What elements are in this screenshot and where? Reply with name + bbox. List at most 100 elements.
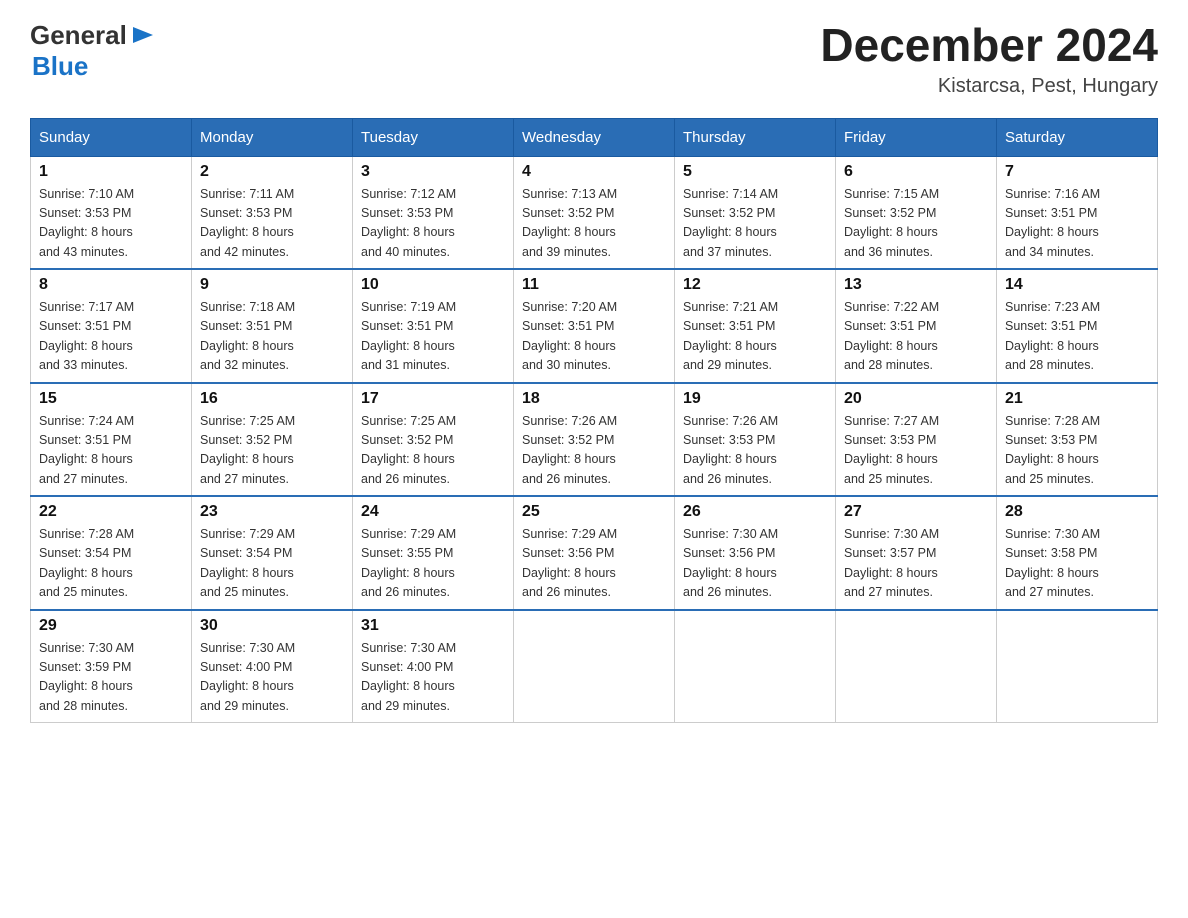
weekday-header-monday: Monday <box>192 118 353 156</box>
calendar-day-cell: 9 Sunrise: 7:18 AMSunset: 3:51 PMDaylight… <box>192 269 353 383</box>
day-number: 7 <box>1005 163 1149 181</box>
calendar-day-cell <box>997 610 1158 723</box>
weekday-header-thursday: Thursday <box>675 118 836 156</box>
day-info: Sunrise: 7:10 AMSunset: 3:53 PMDaylight:… <box>39 185 183 263</box>
title-area: December 2024 Kistarcsa, Pest, Hungary <box>820 20 1158 98</box>
day-number: 22 <box>39 503 183 521</box>
day-number: 4 <box>522 163 666 181</box>
day-number: 18 <box>522 390 666 408</box>
calendar-day-cell: 29Sunrise: 7:30 AMSunset: 3:59 PMDayligh… <box>31 610 192 723</box>
calendar-week-row: 1 Sunrise: 7:10 AMSunset: 3:53 PMDaylight… <box>31 156 1158 269</box>
calendar-day-cell: 26 Sunrise: 7:30 AMSunset: 3:56 PMDayligh… <box>675 496 836 610</box>
calendar-day-cell: 30 Sunrise: 7:30 AMSunset: 4:00 PMDayligh… <box>192 610 353 723</box>
day-number: 12 <box>683 276 827 294</box>
day-number: 28 <box>1005 503 1149 521</box>
day-info: Sunrise: 7:14 AMSunset: 3:52 PMDaylight:… <box>683 185 827 263</box>
day-info: Sunrise: 7:16 AMSunset: 3:51 PMDaylight:… <box>1005 185 1149 263</box>
calendar-day-cell: 4 Sunrise: 7:13 AMSunset: 3:52 PMDaylight… <box>514 156 675 269</box>
day-info: Sunrise: 7:17 AMSunset: 3:51 PMDaylight:… <box>39 298 183 376</box>
logo-arrow-icon <box>129 21 157 49</box>
day-info: Sunrise: 7:30 AMSunset: 3:57 PMDaylight:… <box>844 525 988 603</box>
day-number: 5 <box>683 163 827 181</box>
day-number: 1 <box>39 163 183 181</box>
day-info: Sunrise: 7:25 AMSunset: 3:52 PMDaylight:… <box>200 412 344 490</box>
calendar-day-cell: 7 Sunrise: 7:16 AMSunset: 3:51 PMDaylight… <box>997 156 1158 269</box>
day-info: Sunrise: 7:25 AMSunset: 3:52 PMDaylight:… <box>361 412 505 490</box>
weekday-header-saturday: Saturday <box>997 118 1158 156</box>
day-info: Sunrise: 7:18 AMSunset: 3:51 PMDaylight:… <box>200 298 344 376</box>
calendar-day-cell: 22 Sunrise: 7:28 AMSunset: 3:54 PMDayligh… <box>31 496 192 610</box>
calendar-day-cell: 8 Sunrise: 7:17 AMSunset: 3:51 PMDaylight… <box>31 269 192 383</box>
calendar-day-cell: 24 Sunrise: 7:29 AMSunset: 3:55 PMDayligh… <box>353 496 514 610</box>
day-number: 26 <box>683 503 827 521</box>
calendar-day-cell: 31 Sunrise: 7:30 AMSunset: 4:00 PMDayligh… <box>353 610 514 723</box>
day-number: 24 <box>361 503 505 521</box>
day-number: 21 <box>1005 390 1149 408</box>
day-info: Sunrise: 7:30 AMSunset: 4:00 PMDaylight:… <box>200 639 344 717</box>
weekday-header-friday: Friday <box>836 118 997 156</box>
day-number: 31 <box>361 617 505 635</box>
calendar-week-row: 8 Sunrise: 7:17 AMSunset: 3:51 PMDaylight… <box>31 269 1158 383</box>
day-info: Sunrise: 7:24 AMSunset: 3:51 PMDaylight:… <box>39 412 183 490</box>
day-number: 15 <box>39 390 183 408</box>
logo-blue-text: Blue <box>32 51 88 82</box>
calendar-day-cell: 25Sunrise: 7:29 AMSunset: 3:56 PMDayligh… <box>514 496 675 610</box>
calendar-day-cell: 14Sunrise: 7:23 AMSunset: 3:51 PMDayligh… <box>997 269 1158 383</box>
calendar-day-cell <box>675 610 836 723</box>
day-number: 9 <box>200 276 344 294</box>
location-subtitle: Kistarcsa, Pest, Hungary <box>820 75 1158 98</box>
day-info: Sunrise: 7:28 AMSunset: 3:54 PMDaylight:… <box>39 525 183 603</box>
day-number: 2 <box>200 163 344 181</box>
day-info: Sunrise: 7:29 AMSunset: 3:55 PMDaylight:… <box>361 525 505 603</box>
calendar-day-cell: 21Sunrise: 7:28 AMSunset: 3:53 PMDayligh… <box>997 383 1158 497</box>
day-number: 11 <box>522 276 666 294</box>
calendar-day-cell: 18Sunrise: 7:26 AMSunset: 3:52 PMDayligh… <box>514 383 675 497</box>
calendar-day-cell: 6Sunrise: 7:15 AMSunset: 3:52 PMDaylight… <box>836 156 997 269</box>
day-info: Sunrise: 7:30 AMSunset: 3:56 PMDaylight:… <box>683 525 827 603</box>
day-number: 27 <box>844 503 988 521</box>
day-info: Sunrise: 7:22 AMSunset: 3:51 PMDaylight:… <box>844 298 988 376</box>
day-info: Sunrise: 7:29 AMSunset: 3:54 PMDaylight:… <box>200 525 344 603</box>
day-info: Sunrise: 7:30 AMSunset: 3:58 PMDaylight:… <box>1005 525 1149 603</box>
day-number: 8 <box>39 276 183 294</box>
day-info: Sunrise: 7:30 AMSunset: 3:59 PMDaylight:… <box>39 639 183 717</box>
day-number: 14 <box>1005 276 1149 294</box>
day-number: 23 <box>200 503 344 521</box>
month-title: December 2024 <box>820 20 1158 71</box>
calendar-day-cell: 16Sunrise: 7:25 AMSunset: 3:52 PMDayligh… <box>192 383 353 497</box>
calendar-day-cell: 12 Sunrise: 7:21 AMSunset: 3:51 PMDayligh… <box>675 269 836 383</box>
day-info: Sunrise: 7:20 AMSunset: 3:51 PMDaylight:… <box>522 298 666 376</box>
day-info: Sunrise: 7:26 AMSunset: 3:53 PMDaylight:… <box>683 412 827 490</box>
weekday-header-tuesday: Tuesday <box>353 118 514 156</box>
day-info: Sunrise: 7:21 AMSunset: 3:51 PMDaylight:… <box>683 298 827 376</box>
day-info: Sunrise: 7:13 AMSunset: 3:52 PMDaylight:… <box>522 185 666 263</box>
calendar-day-cell: 13Sunrise: 7:22 AMSunset: 3:51 PMDayligh… <box>836 269 997 383</box>
day-info: Sunrise: 7:30 AMSunset: 4:00 PMDaylight:… <box>361 639 505 717</box>
day-number: 3 <box>361 163 505 181</box>
calendar-day-cell: 15 Sunrise: 7:24 AMSunset: 3:51 PMDayligh… <box>31 383 192 497</box>
page-header: General Blue December 2024 Kistarcsa, Pe… <box>30 20 1158 98</box>
calendar-week-row: 29Sunrise: 7:30 AMSunset: 3:59 PMDayligh… <box>31 610 1158 723</box>
weekday-header-row: SundayMondayTuesdayWednesdayThursdayFrid… <box>31 118 1158 156</box>
weekday-header-wednesday: Wednesday <box>514 118 675 156</box>
day-number: 6 <box>844 163 988 181</box>
calendar-day-cell: 2Sunrise: 7:11 AMSunset: 3:53 PMDaylight… <box>192 156 353 269</box>
day-info: Sunrise: 7:12 AMSunset: 3:53 PMDaylight:… <box>361 185 505 263</box>
weekday-header-sunday: Sunday <box>31 118 192 156</box>
calendar-day-cell: 20Sunrise: 7:27 AMSunset: 3:53 PMDayligh… <box>836 383 997 497</box>
day-number: 30 <box>200 617 344 635</box>
calendar-day-cell: 3 Sunrise: 7:12 AMSunset: 3:53 PMDaylight… <box>353 156 514 269</box>
calendar-day-cell: 27 Sunrise: 7:30 AMSunset: 3:57 PMDayligh… <box>836 496 997 610</box>
calendar-day-cell: 1 Sunrise: 7:10 AMSunset: 3:53 PMDaylight… <box>31 156 192 269</box>
day-info: Sunrise: 7:29 AMSunset: 3:56 PMDaylight:… <box>522 525 666 603</box>
calendar-day-cell: 17Sunrise: 7:25 AMSunset: 3:52 PMDayligh… <box>353 383 514 497</box>
calendar-day-cell: 5 Sunrise: 7:14 AMSunset: 3:52 PMDaylight… <box>675 156 836 269</box>
calendar-week-row: 15 Sunrise: 7:24 AMSunset: 3:51 PMDayligh… <box>31 383 1158 497</box>
calendar-day-cell: 19Sunrise: 7:26 AMSunset: 3:53 PMDayligh… <box>675 383 836 497</box>
day-number: 10 <box>361 276 505 294</box>
day-info: Sunrise: 7:19 AMSunset: 3:51 PMDaylight:… <box>361 298 505 376</box>
calendar-day-cell: 23 Sunrise: 7:29 AMSunset: 3:54 PMDayligh… <box>192 496 353 610</box>
calendar-day-cell <box>514 610 675 723</box>
day-info: Sunrise: 7:27 AMSunset: 3:53 PMDaylight:… <box>844 412 988 490</box>
calendar-day-cell: 28 Sunrise: 7:30 AMSunset: 3:58 PMDayligh… <box>997 496 1158 610</box>
